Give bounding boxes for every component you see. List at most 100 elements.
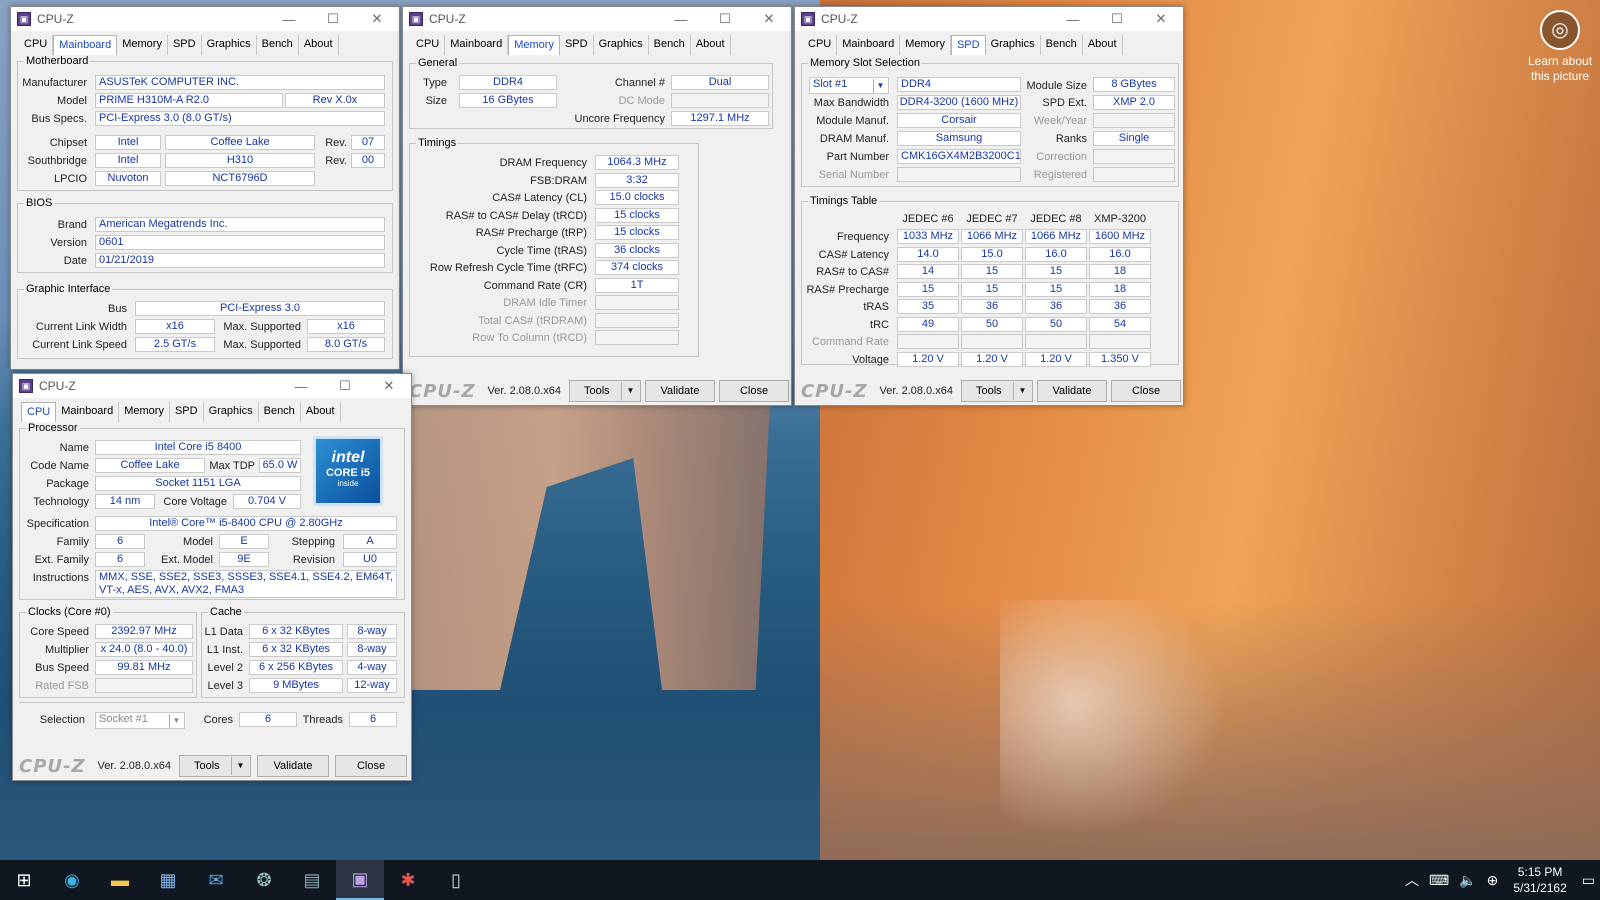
family-label: Family (56, 536, 89, 548)
title-bar[interactable]: ▣ CPU-Z — ☐ ✕ (403, 7, 791, 31)
windows-start-icon[interactable]: ⊞ (0, 860, 48, 900)
tab-strip: CPU Mainboard Memory SPD Graphics Bench … (13, 398, 411, 422)
cpuz-mainboard-window: ▣ CPU-Z — ☐ ✕ CPU Mainboard Memory SPD G… (10, 6, 400, 370)
tab-bench[interactable]: Bench (257, 35, 299, 55)
cpuz-memory-window: ▣ CPU-Z — ☐ ✕ CPU Mainboard Memory SPD G… (402, 6, 792, 406)
close-window-button[interactable]: ✕ (1139, 11, 1183, 27)
validate-button[interactable]: Validate (1037, 380, 1107, 402)
tools-button[interactable]: Tools ▼ (961, 380, 1033, 402)
size-value: 16 GBytes (459, 93, 557, 108)
app-icon[interactable]: ❂ (240, 860, 288, 900)
tools-button[interactable]: Tools ▼ (179, 755, 251, 777)
title-bar[interactable]: ▣ CPU-Z — ☐ ✕ (795, 7, 1183, 31)
tab-mainboard[interactable]: Mainboard (445, 35, 509, 55)
timings-cell: 15 (1025, 281, 1087, 297)
slot-select[interactable]: Slot #1 ▼ (809, 77, 889, 94)
globe-icon[interactable]: ⊕ (1482, 872, 1504, 889)
part-number-value: CMK16GX4M2B3200C16 (897, 149, 1021, 164)
tab-graphics[interactable]: Graphics (204, 402, 259, 422)
chevron-down-icon[interactable]: ▼ (621, 382, 639, 400)
cpuz-app-icon: ▣ (801, 12, 815, 26)
minimize-button[interactable]: — (267, 12, 311, 27)
cpuz-taskbar-icon[interactable]: ▣ (336, 860, 384, 900)
chevron-up-icon[interactable]: ︿ (1400, 870, 1424, 890)
close-window-button[interactable]: ✕ (367, 378, 411, 394)
validate-button[interactable]: Validate (645, 380, 715, 402)
mail-icon[interactable]: ✉ (192, 860, 240, 900)
cores-label: Cores (203, 714, 233, 726)
tab-cpu[interactable]: CPU (19, 35, 54, 55)
tab-spd[interactable]: SPD (168, 35, 202, 55)
game-app-icon[interactable]: ✱ (384, 860, 432, 900)
model-label: Model (57, 95, 87, 107)
southbridge-name: H310 (165, 153, 315, 168)
tab-graphics[interactable]: Graphics (986, 35, 1041, 55)
close-window-button[interactable]: ✕ (747, 11, 791, 27)
document-icon[interactable]: ▯ (432, 860, 480, 900)
tab-cpu[interactable]: CPU (803, 35, 838, 55)
tab-bench[interactable]: Bench (259, 402, 301, 422)
tab-mainboard[interactable]: Mainboard (53, 35, 118, 55)
tab-graphics[interactable]: Graphics (202, 35, 257, 55)
minimize-button[interactable]: — (659, 12, 703, 27)
chevron-down-icon[interactable]: ▼ (873, 79, 887, 93)
timings-cell (1025, 334, 1087, 349)
monitor-app-icon[interactable]: ▤ (288, 860, 336, 900)
store-icon[interactable]: ▦ (144, 860, 192, 900)
minimize-button[interactable]: — (1051, 12, 1095, 27)
volume-icon[interactable]: 🔈 (1454, 872, 1481, 889)
close-button[interactable]: Close (719, 380, 789, 402)
dram-manuf-label: DRAM Manuf. (819, 133, 889, 145)
edge-browser-icon[interactable]: ◉ (48, 860, 96, 900)
tab-cpu[interactable]: CPU (21, 402, 57, 422)
tab-about[interactable]: About (691, 35, 731, 55)
chevron-down-icon[interactable]: ▼ (169, 714, 183, 728)
tab-mainboard[interactable]: Mainboard (56, 402, 120, 422)
socket-select[interactable]: Socket #1 ▼ (95, 712, 185, 729)
tab-cpu[interactable]: CPU (411, 35, 446, 55)
learn-about-picture[interactable]: ◎ Learn about this picture (1520, 10, 1600, 84)
tab-memory[interactable]: Memory (119, 402, 170, 422)
timing-value: 1T (595, 277, 679, 293)
tab-memory[interactable]: Memory (900, 35, 951, 55)
timings-cell: 15 (1025, 264, 1087, 279)
tab-mainboard[interactable]: Mainboard (837, 35, 901, 55)
tab-bench[interactable]: Bench (649, 35, 691, 55)
part-number-label: Part Number (826, 151, 889, 163)
timing-label: DRAM Idle Timer (503, 297, 587, 309)
type-label: Type (423, 77, 447, 89)
maximize-button[interactable]: ☐ (311, 11, 355, 27)
ext-model-label: Ext. Model (161, 554, 213, 566)
network-icon[interactable]: ⌨ (1424, 872, 1454, 889)
ext-family-label: Ext. Family (34, 554, 89, 566)
maximize-button[interactable]: ☐ (1095, 11, 1139, 27)
maximize-button[interactable]: ☐ (703, 11, 747, 27)
channel-value: Dual (671, 75, 769, 90)
title-bar[interactable]: ▣ CPU-Z — ☐ ✕ (11, 7, 399, 31)
tab-graphics[interactable]: Graphics (594, 35, 649, 55)
name-label: Name (59, 442, 89, 454)
close-button[interactable]: Close (1111, 380, 1181, 402)
tools-button[interactable]: Tools ▼ (569, 380, 641, 402)
tab-bench[interactable]: Bench (1041, 35, 1083, 55)
clock[interactable]: 5:15 PM 5/31/2162 (1503, 864, 1576, 896)
tab-about[interactable]: About (299, 35, 339, 55)
close-button[interactable]: Close (335, 755, 407, 777)
tab-spd[interactable]: SPD (560, 35, 594, 55)
family-value: 6 (95, 534, 145, 549)
tab-memory[interactable]: Memory (508, 35, 560, 55)
file-explorer-icon[interactable]: ▬ (96, 860, 144, 900)
tab-spd[interactable]: SPD (950, 35, 986, 55)
close-window-button[interactable]: ✕ (355, 11, 399, 27)
notifications-icon[interactable]: ▭ (1577, 872, 1600, 889)
title-bar[interactable]: ▣ CPU-Z — ☐ ✕ (13, 374, 411, 398)
chevron-down-icon[interactable]: ▼ (231, 757, 249, 775)
minimize-button[interactable]: — (279, 379, 323, 394)
tab-about[interactable]: About (1083, 35, 1123, 55)
maximize-button[interactable]: ☐ (323, 378, 367, 394)
tab-about[interactable]: About (301, 402, 341, 422)
tab-memory[interactable]: Memory (117, 35, 168, 55)
validate-button[interactable]: Validate (257, 755, 329, 777)
tab-spd[interactable]: SPD (170, 402, 204, 422)
chevron-down-icon[interactable]: ▼ (1013, 382, 1031, 400)
